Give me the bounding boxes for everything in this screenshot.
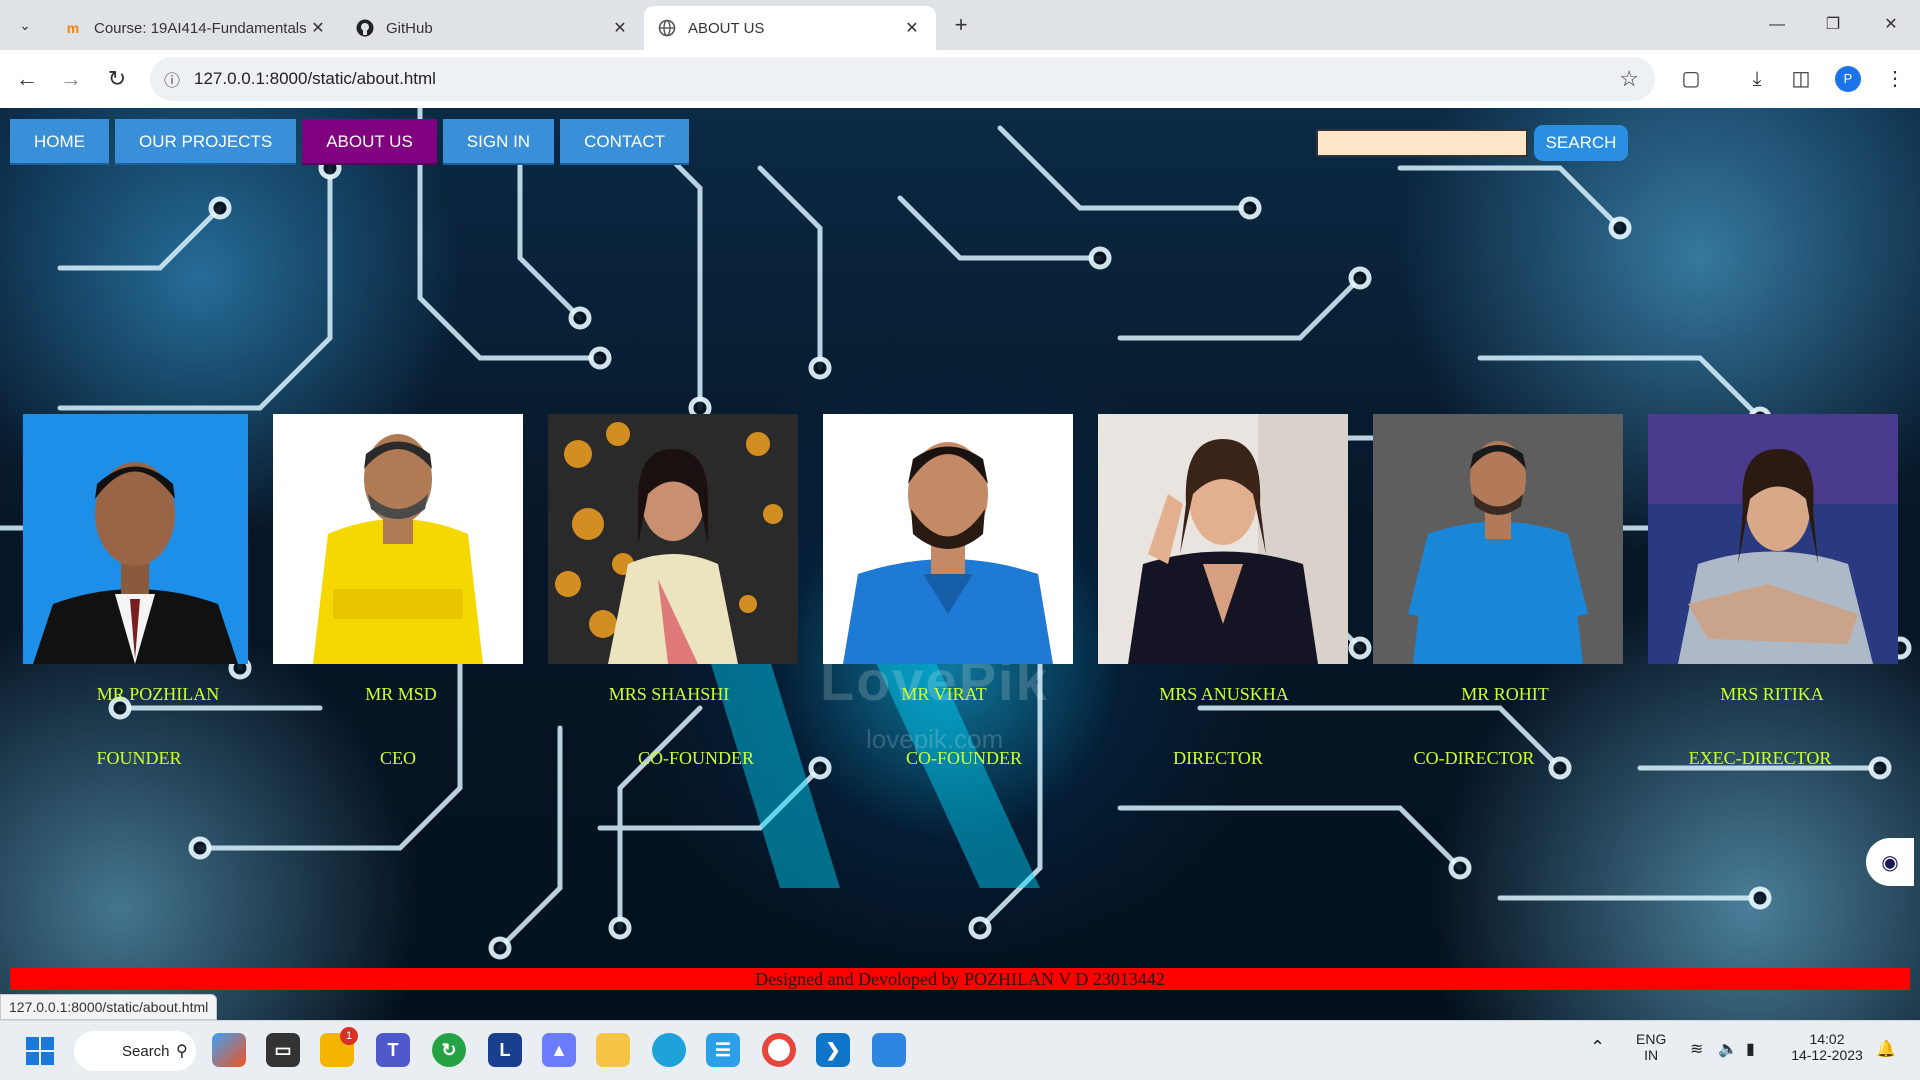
member-role: CEO <box>380 748 416 768</box>
wifi-icon[interactable]: ≋ <box>1690 1039 1703 1059</box>
photos-app-icon[interactable] <box>872 1033 906 1067</box>
member-name: MR POZHILAN <box>96 684 220 704</box>
tab-close-icon[interactable]: ✕ <box>902 18 922 38</box>
restore-icon[interactable]: ❐ <box>1818 10 1848 40</box>
tab-search-chevron-icon[interactable]: ⌄ <box>12 12 38 38</box>
task-view-icon[interactable]: ▭ <box>266 1033 300 1067</box>
member-name: MRS SHAHSHI <box>608 684 730 704</box>
vscode-icon[interactable]: ❯ <box>816 1033 850 1067</box>
chatbot-icon[interactable]: ◉ <box>1866 838 1914 886</box>
member-photo <box>823 414 1073 664</box>
tab-about-us[interactable]: ABOUT US ✕ <box>644 6 936 50</box>
file-explorer-icon[interactable] <box>596 1033 630 1067</box>
window-close-icon[interactable]: ✕ <box>1876 10 1906 40</box>
edge-icon[interactable] <box>652 1033 686 1067</box>
nav-home[interactable]: HOME <box>10 119 109 165</box>
member-role: CO-FOUNDER <box>905 748 1023 768</box>
chrome-icon[interactable] <box>762 1033 796 1067</box>
copilot-icon[interactable] <box>212 1033 246 1067</box>
battery-icon[interactable]: ▮ <box>1746 1039 1755 1059</box>
notification-bell-icon[interactable]: 🔔 <box>1876 1039 1896 1059</box>
member-role: DIRECTOR <box>1173 748 1263 768</box>
nav-sign-in[interactable]: SIGN IN <box>442 119 555 165</box>
tab-course[interactable]: m Course: 19AI414-Fundamentals ✕ <box>50 6 342 50</box>
side-panel-icon[interactable]: ◫ <box>1786 64 1816 94</box>
nav-contact[interactable]: CONTACT <box>560 119 689 165</box>
tab-close-icon[interactable]: ✕ <box>308 18 328 38</box>
tab-strip: ⌄ m Course: 19AI414-Fundamentals ✕ GitHu… <box>0 0 1920 50</box>
search-icon: ⚲ <box>176 1043 188 1060</box>
back-arrow-icon[interactable]: ← <box>12 64 42 94</box>
member-name: MR MSD <box>365 684 437 704</box>
clock-time: 14:02 <box>1809 1031 1845 1047</box>
lang-top: ENG <box>1636 1031 1667 1047</box>
minimize-icon[interactable]: — <box>1762 10 1792 40</box>
taskbar-search-label: Search <box>122 1042 170 1060</box>
tab-title: Course: 19AI414-Fundamentals <box>94 19 307 37</box>
member-photo <box>273 414 523 664</box>
member-role: EXEC-DIRECTOR <box>1688 748 1832 768</box>
tray-chevron-up-icon[interactable]: ⌃ <box>1590 1037 1605 1058</box>
member-photo <box>548 414 798 664</box>
volume-icon[interactable]: 🔈 <box>1718 1039 1738 1059</box>
teams-icon[interactable]: T <box>376 1033 410 1067</box>
member-name: MRS RITIKA <box>1720 684 1824 704</box>
notepad-icon[interactable]: ☰ <box>706 1033 740 1067</box>
member-name: MR VIRAT <box>901 684 987 704</box>
page-viewport: LovePik lovepik.com HOME OUR PROJECTS AB… <box>0 108 1920 1020</box>
reload-icon[interactable]: ↻ <box>102 64 132 94</box>
l-app-icon[interactable]: L <box>488 1033 522 1067</box>
browser-toolbar: ← → ↻ ⓘ 127.0.0.1:8000/static/about.html… <box>0 50 1920 108</box>
link-status-url: 127.0.0.1:8000/static/about.html <box>0 994 218 1020</box>
new-tab-plus-icon[interactable]: + <box>948 12 974 38</box>
taskbar-search[interactable]: ⚲ Search <box>74 1031 196 1071</box>
member-role: FOUNDER <box>96 748 182 768</box>
tab-github[interactable]: GitHub ✕ <box>342 6 644 50</box>
member-name: MR ROHIT <box>1461 684 1549 704</box>
language-indicator[interactable]: ENG IN <box>1636 1031 1666 1063</box>
refresh-app-icon[interactable]: ↻ <box>432 1033 466 1067</box>
globe-icon <box>658 19 676 37</box>
member-photo <box>1373 414 1623 664</box>
forward-arrow-icon[interactable]: → <box>56 64 86 94</box>
windows-taskbar: ⚲ Search ▭ 1 T ↻ L ▲ ☰ ❯ ⌃ ENG IN ≋ 🔈 ▮ … <box>0 1020 1920 1080</box>
page-footer: Designed and Devoloped by POZHILAN V D 2… <box>10 968 1910 990</box>
member-role: CO-FOUNDER <box>637 748 755 768</box>
site-search-input[interactable] <box>1316 129 1528 157</box>
tab-title: ABOUT US <box>688 19 765 37</box>
clock[interactable]: 14:02 14-12-2023 <box>1784 1031 1870 1063</box>
moodle-icon: m <box>66 20 80 36</box>
download-icon[interactable]: ⤓ <box>1742 64 1772 94</box>
notification-badge: 1 <box>340 1027 358 1045</box>
member-photo <box>1648 414 1898 664</box>
site-search-button[interactable]: SEARCH <box>1534 125 1628 161</box>
profile-avatar[interactable]: P <box>1835 66 1861 92</box>
site-info-icon[interactable]: ⓘ <box>150 67 194 91</box>
tab-title: GitHub <box>386 19 433 37</box>
kebab-menu-icon[interactable]: ⋮ <box>1880 64 1910 94</box>
member-name: MRS ANUSKHA <box>1159 684 1289 704</box>
triangle-app-icon[interactable]: ▲ <box>542 1033 576 1067</box>
member-role: CO-DIRECTOR <box>1413 748 1535 768</box>
github-icon <box>356 19 374 37</box>
member-photo <box>1098 414 1348 664</box>
address-url[interactable]: 127.0.0.1:8000/static/about.html <box>194 69 436 89</box>
windows-start-icon[interactable] <box>26 1037 54 1065</box>
site-nav: HOME OUR PROJECTS ABOUT US SIGN IN CONTA… <box>10 119 695 165</box>
extensions-puzzle-icon[interactable]: ▢ <box>1676 64 1706 94</box>
member-photo <box>23 414 248 664</box>
tab-close-icon[interactable]: ✕ <box>610 18 630 38</box>
clock-date: 14-12-2023 <box>1791 1047 1863 1063</box>
nav-our-projects[interactable]: OUR PROJECTS <box>115 119 297 165</box>
lang-bottom: IN <box>1644 1047 1659 1063</box>
address-bar[interactable]: ⓘ 127.0.0.1:8000/static/about.html ☆ <box>150 57 1655 101</box>
nav-about-us[interactable]: ABOUT US <box>302 119 437 165</box>
bookmark-star-icon[interactable]: ☆ <box>1619 66 1639 92</box>
